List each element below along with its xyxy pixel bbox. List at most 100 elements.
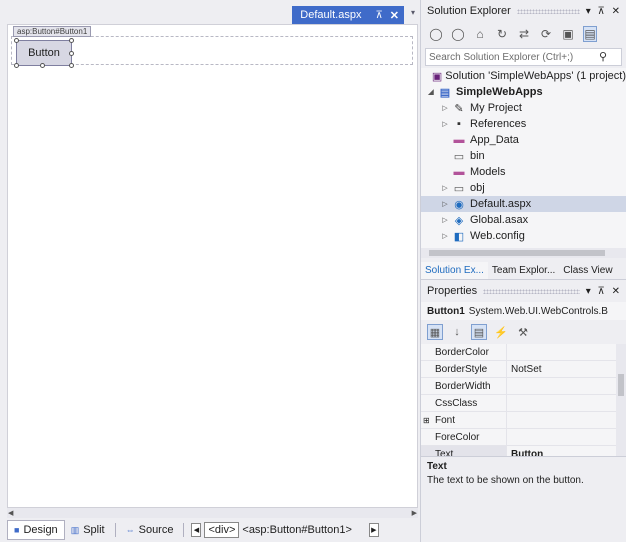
tree-item-label: Models [470, 166, 506, 178]
property-row[interactable]: BorderColor [421, 344, 626, 361]
tree-item[interactable]: ▷ ◈ Global.asax [421, 212, 626, 228]
property-row[interactable]: ⊞ Font [421, 412, 626, 429]
design-surface[interactable]: asp:Button#Button1 Button [7, 24, 418, 508]
pin-icon[interactable]: ⊼ [375, 10, 382, 21]
expand-arrow-icon[interactable]: ▷ [439, 120, 451, 128]
property-pages-icon[interactable]: ⚒ [515, 324, 531, 340]
asp-button-control[interactable]: Button [16, 40, 72, 66]
property-value[interactable] [507, 412, 626, 428]
search-placeholder: Search Solution Explorer (Ctrl+;) [429, 51, 574, 63]
sync-icon[interactable]: ⇄ [517, 27, 531, 41]
breadcrumb-div[interactable]: <div> [204, 522, 240, 538]
resize-handle[interactable] [69, 63, 74, 68]
designer-pane: Default.aspx ⊼ ✕ ▾ asp:Button#Button1 Bu… [0, 0, 418, 542]
resize-handle[interactable] [14, 38, 19, 43]
scrollbar-thumb[interactable] [618, 374, 624, 396]
tree-item-label: Web.config [470, 230, 525, 242]
split-view-button[interactable]: ▥ Split [65, 520, 111, 540]
window-controls-icon[interactable]: ▾ ⊼ ✕ [586, 6, 622, 17]
tree-item[interactable]: ▷ ✎ My Project [421, 100, 626, 116]
tree-item[interactable]: ▬ Models [421, 164, 626, 180]
tool-window-tabs: Solution Ex... Team Explor... Class View [421, 258, 626, 280]
source-view-button[interactable]: ⇔ Source [120, 520, 180, 540]
expand-arrow-icon[interactable]: ▷ [439, 104, 451, 112]
property-row[interactable]: Text Button [421, 446, 626, 456]
resize-handle[interactable] [69, 51, 74, 56]
chevron-down-icon[interactable]: ▾ [411, 8, 415, 17]
property-value[interactable] [507, 344, 626, 360]
resize-handle[interactable] [69, 38, 74, 43]
property-value[interactable]: Button [507, 446, 626, 457]
tree-item[interactable]: ▷ ▪ References [421, 116, 626, 132]
tree-item[interactable]: ▬ App_Data [421, 132, 626, 148]
tab-class-view[interactable]: Class View [559, 262, 616, 279]
refresh-icon[interactable]: ⟳ [539, 27, 553, 41]
scroll-right-icon[interactable]: ▶ [412, 509, 417, 517]
resize-handle[interactable] [14, 63, 19, 68]
window-controls-icon[interactable]: ▾ ⊼ ✕ [586, 286, 622, 297]
back-icon[interactable]: ◯ [429, 27, 443, 41]
close-icon[interactable]: ✕ [390, 9, 399, 22]
breadcrumb-back-icon[interactable]: ◀ [191, 523, 202, 537]
breadcrumb-forward-icon[interactable]: ▶ [368, 523, 379, 537]
categorized-icon[interactable]: ▦ [427, 324, 443, 340]
properties-title-bar: Properties ▾ ⊼ ✕ [421, 280, 626, 302]
solution-explorer-scrollbar[interactable] [421, 248, 626, 258]
references-icon: ▪ [457, 118, 461, 130]
design-view-button[interactable]: ■ Design [7, 520, 65, 540]
property-row[interactable]: ForeColor [421, 429, 626, 446]
solution-explorer-title-bar: Solution Explorer ▾ ⊼ ✕ [421, 0, 626, 22]
tree-item[interactable]: ▣ Solution 'SimpleWebApps' (1 project) [421, 68, 626, 84]
property-value[interactable] [507, 395, 626, 411]
object-selector[interactable]: Button1 System.Web.UI.WebControls.B [421, 302, 626, 320]
property-row[interactable]: BorderStyle NotSet [421, 361, 626, 378]
tree-item-label: Solution 'SimpleWebApps' (1 project) [445, 70, 626, 82]
properties-toolbar: ▦ ↓ ▤ ⚡ ⚒ [421, 320, 626, 344]
properties-icon[interactable]: ▤ [471, 324, 487, 340]
divider [183, 523, 185, 537]
scroll-left-icon[interactable]: ◀ [8, 509, 13, 517]
design-view-label: Design [23, 524, 58, 536]
tree-item[interactable]: ▷ ◉ Default.aspx [421, 196, 626, 212]
tree-item[interactable]: ▷ ◧ Web.config [421, 228, 626, 244]
home-icon[interactable]: ⌂ [473, 27, 487, 41]
property-name: BorderWidth [421, 378, 507, 394]
property-row[interactable]: BorderWidth [421, 378, 626, 395]
asax-file-icon: ◈ [454, 214, 464, 227]
divider [114, 523, 116, 537]
history-icon[interactable]: ↻ [495, 27, 509, 41]
collapse-all-icon[interactable]: ▣ [561, 27, 575, 41]
tab-default-aspx[interactable]: Default.aspx ⊼ ✕ [292, 6, 404, 24]
tab-team-explorer[interactable]: Team Explor... [488, 262, 559, 279]
expand-arrow-icon[interactable]: ▷ [439, 232, 451, 240]
property-row[interactable]: CssClass [421, 395, 626, 412]
property-value[interactable]: NotSet [507, 361, 626, 377]
solution-explorer-search-input[interactable]: Search Solution Explorer (Ctrl+;) ⚲ [425, 48, 622, 66]
folder-icon: ▬ [453, 166, 465, 178]
alphabetical-icon[interactable]: ↓ [449, 324, 465, 340]
property-value[interactable] [507, 378, 626, 394]
expand-arrow-icon[interactable]: ◢ [425, 88, 437, 96]
tree-item[interactable]: ▷ ▭ obj [421, 180, 626, 196]
events-icon[interactable]: ⚡ [493, 324, 509, 340]
resize-handle[interactable] [40, 63, 45, 68]
tree-item[interactable]: ◢ ▤ SimpleWebApps [421, 84, 626, 100]
breadcrumb-button[interactable]: <asp:Button#Button1> [239, 522, 354, 538]
tree-item[interactable]: ▭ bin [421, 148, 626, 164]
scrollbar-thumb[interactable] [429, 250, 605, 256]
expand-arrow-icon[interactable]: ▷ [439, 216, 451, 224]
expand-arrow-icon[interactable]: ▷ [439, 184, 451, 192]
forward-icon[interactable]: ◯ [451, 27, 465, 41]
horizontal-scrollbar[interactable]: ◀ ▶ [7, 508, 418, 518]
search-icon[interactable]: ⚲ [599, 50, 607, 63]
property-rows: BorderColor BorderStyle NotSet BorderWidth C… [421, 344, 626, 456]
expand-plus-icon[interactable]: ⊞ [423, 416, 433, 425]
property-grid-scrollbar[interactable] [616, 344, 626, 456]
property-name: BorderStyle [421, 361, 507, 377]
show-all-files-icon[interactable]: ▤ [583, 26, 597, 42]
source-view-label: Source [138, 524, 174, 536]
expand-arrow-icon[interactable]: ▷ [439, 200, 451, 208]
tab-solution-explorer[interactable]: Solution Ex... [421, 262, 488, 279]
property-value[interactable] [507, 429, 626, 445]
solution-tree: ▣ Solution 'SimpleWebApps' (1 project) ◢ ▤ S… [421, 68, 626, 248]
